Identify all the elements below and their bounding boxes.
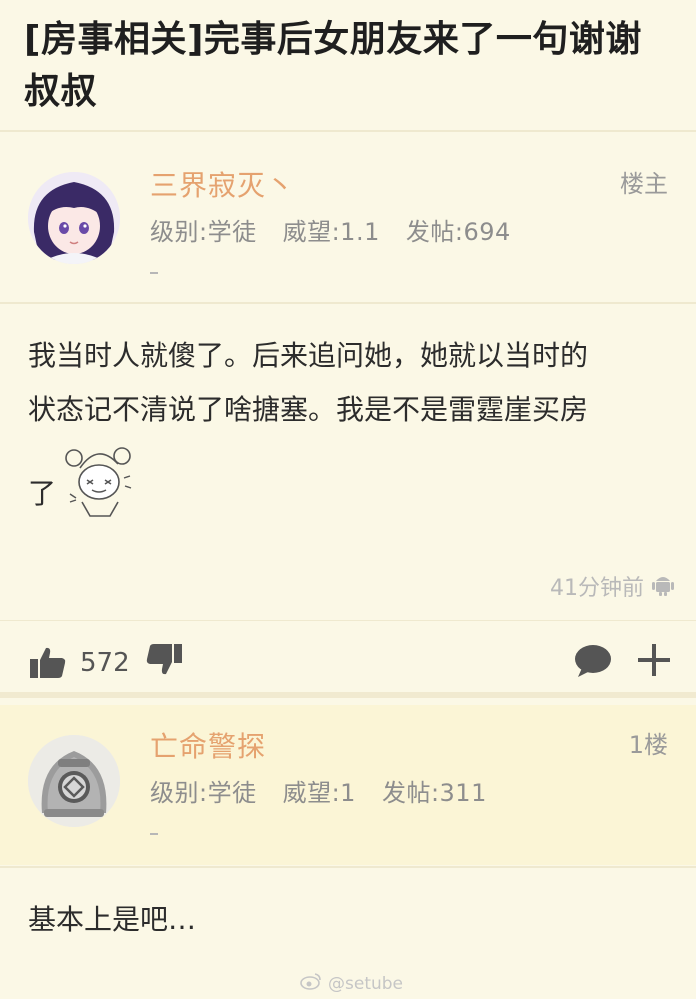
thread-title: [房事相关]完事后女朋友来了一句谢谢叔叔	[24, 19, 642, 112]
user-level: 级别:学徒	[150, 779, 257, 807]
weibo-icon	[300, 972, 322, 995]
watermark: @setube	[300, 972, 403, 995]
sticker-emoji-icon	[62, 438, 142, 518]
user-reputation: 威望:1	[282, 779, 356, 807]
divider	[0, 620, 696, 621]
forum-thread-page: [房事相关]完事后女朋友来了一句谢谢叔叔 三界寂灭丶 楼主 级别:学徒 威望:1.…	[0, 0, 696, 999]
floor-label: 楼主	[620, 170, 668, 198]
user-level: 级别:学徒	[150, 218, 257, 246]
user-avatar[interactable]	[28, 172, 120, 264]
post-text-line: 了	[28, 477, 57, 510]
signature-dash	[150, 833, 158, 835]
username[interactable]: 亡命警探	[150, 725, 266, 765]
user-post-count: 发帖:311	[381, 779, 487, 807]
divider	[0, 302, 696, 304]
post-text-line: 我当时人就傻了。后来追问她，她就以当时的	[28, 339, 589, 372]
user-meta: 级别:学徒 威望:1 发帖:311	[150, 773, 513, 808]
post-separator	[0, 692, 696, 698]
watermark-text: @setube	[328, 973, 404, 994]
signature-dash	[150, 272, 158, 274]
like-count: 572	[80, 648, 130, 678]
user-post-count: 发帖:694	[405, 218, 511, 246]
user-meta: 级别:学徒 威望:1.1 发帖:694	[150, 212, 537, 247]
post-body: 基本上是吧…	[28, 896, 668, 944]
plus-icon[interactable]	[638, 644, 670, 680]
post-time: 41分钟前	[550, 576, 644, 601]
post-header-reply: 亡命警探 1楼 级别:学徒 威望:1 发帖:311	[0, 705, 696, 865]
divider	[0, 130, 696, 132]
post-body: 我当时人就傻了。后来追问她，她就以当时的 状态记不清说了啥搪塞。我是不是雷霆崖买…	[28, 332, 668, 518]
post-header-op: 三界寂灭丶 楼主 级别:学徒 威望:1.1 发帖:694	[0, 150, 696, 300]
user-reputation: 威望:1.1	[282, 218, 380, 246]
username[interactable]: 三界寂灭丶	[150, 164, 295, 204]
user-avatar[interactable]	[28, 735, 120, 827]
thumbs-up-icon[interactable]	[30, 646, 66, 682]
android-icon	[652, 572, 674, 600]
post-time-row: 41分钟前	[550, 570, 674, 602]
post-text-line-with-sticker: 了	[28, 438, 668, 518]
post-action-row: 572	[0, 640, 696, 684]
comment-icon[interactable]	[574, 644, 612, 682]
post-text-line: 基本上是吧…	[28, 903, 197, 936]
divider	[0, 866, 696, 868]
floor-label: 1楼	[628, 731, 668, 759]
post-text-line: 状态记不清说了啥搪塞。我是不是雷霆崖买房	[28, 393, 589, 426]
thumbs-down-icon[interactable]	[146, 644, 182, 680]
